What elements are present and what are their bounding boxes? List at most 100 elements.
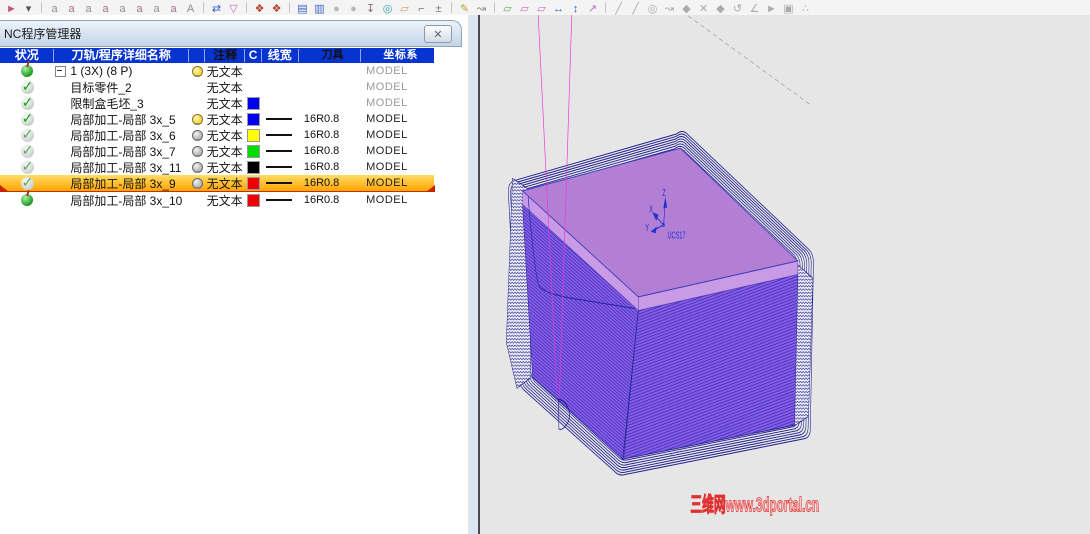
bulb-off-icon[interactable] bbox=[192, 177, 204, 189]
row-name: 局部加工-局部 3x_11 bbox=[70, 160, 182, 175]
para-pink-icon[interactable]: ▱ bbox=[516, 2, 533, 16]
para-pink-alt-icon[interactable]: ▱ bbox=[533, 2, 550, 16]
column-header-comment[interactable]: 注释 bbox=[204, 49, 244, 62]
table-row[interactable]: 局部加工-局部 3x_7 无文本 16R0.8 MODEL bbox=[0, 142, 434, 159]
rotate-ucs-icon[interactable]: ↗ bbox=[584, 2, 601, 16]
snap-node-icon[interactable]: a bbox=[97, 2, 114, 16]
toolpath-table: 状况 刀轨/程序详细名称 注释 C 线宽 刀具 坐标系 1 (3X) (8 P)… bbox=[0, 48, 435, 208]
toolbar-separator bbox=[41, 2, 42, 13]
angle-icon[interactable]: ∠ bbox=[746, 2, 763, 16]
column-header-csys[interactable]: 坐标系 bbox=[360, 49, 434, 62]
swap-icon[interactable]: ⇄ bbox=[208, 2, 225, 16]
snap-quad-icon[interactable]: a bbox=[114, 2, 131, 16]
lasso-icon[interactable]: ↝ bbox=[473, 2, 490, 16]
table-row[interactable]: 限制盒毛坯_3 无文本 MODEL bbox=[0, 94, 434, 111]
color-swatch[interactable] bbox=[246, 176, 260, 190]
color-swatch[interactable] bbox=[246, 128, 260, 142]
bulb-off-icon[interactable] bbox=[192, 145, 204, 157]
color-swatch[interactable] bbox=[246, 96, 260, 110]
node-cyan-icon[interactable]: ◎ bbox=[379, 2, 396, 16]
sketch-line2-icon[interactable]: ╱ bbox=[627, 2, 644, 16]
blob-alt-icon[interactable]: ● bbox=[345, 2, 362, 16]
column-header-color[interactable]: C bbox=[244, 49, 260, 62]
bulb-on-icon[interactable] bbox=[192, 65, 204, 77]
color-swatch[interactable] bbox=[246, 112, 260, 126]
axis-y-label: Y bbox=[645, 222, 649, 233]
linewidth-sample bbox=[266, 150, 293, 152]
grab-alt-icon[interactable]: ❖ bbox=[268, 2, 285, 16]
toolbar-separator bbox=[289, 2, 290, 13]
surface-icon[interactable]: ◆ bbox=[678, 2, 695, 16]
column-header-tool[interactable]: 刀具 bbox=[297, 49, 360, 62]
status-check-icon[interactable] bbox=[20, 94, 34, 111]
column-header-name[interactable]: 刀轨/程序详细名称 bbox=[53, 49, 188, 62]
move-z-icon[interactable]: ↕ bbox=[567, 2, 584, 16]
undo-curve-icon[interactable]: ↺ bbox=[729, 2, 746, 16]
snap-center-icon[interactable]: a bbox=[80, 2, 97, 16]
list-icon[interactable]: ▤ bbox=[294, 2, 311, 16]
solid-icon[interactable]: ◆ bbox=[712, 2, 729, 16]
cad-application-window: { "toolbar": { "icons": [ {"name":"selec… bbox=[0, 0, 1090, 534]
status-check-icon[interactable] bbox=[20, 142, 34, 159]
dots-icon[interactable]: ∴ bbox=[797, 2, 814, 16]
blob-icon[interactable]: ● bbox=[328, 2, 345, 16]
row-tool: 16R0.8 bbox=[303, 161, 340, 173]
toolbar-separator bbox=[605, 2, 606, 13]
dropdown-caret-icon[interactable]: ▾ bbox=[20, 2, 37, 16]
graphics-viewport[interactable]: Z X Y UCS17 三维网www.3dportal.cn bbox=[480, 15, 1090, 534]
measure-height-icon[interactable]: ⌐ bbox=[413, 2, 430, 16]
bulb-on-icon[interactable] bbox=[192, 113, 204, 125]
list-detail-icon[interactable]: ▥ bbox=[311, 2, 328, 16]
color-swatch[interactable] bbox=[246, 160, 260, 174]
grab-icon[interactable]: ❖ bbox=[251, 2, 268, 16]
sketch-line-icon[interactable]: ╱ bbox=[610, 2, 627, 16]
table-row[interactable]: 局部加工-局部 3x_10 无文本 16R0.8 MODEL bbox=[0, 192, 434, 208]
status-check-icon[interactable] bbox=[20, 78, 34, 95]
snap-tangent-icon[interactable]: a bbox=[165, 2, 182, 16]
measure-add-icon[interactable]: ± bbox=[430, 2, 447, 16]
pin-icon[interactable]: ↧ bbox=[362, 2, 379, 16]
column-header-linewidth[interactable]: 线宽 bbox=[260, 49, 298, 62]
edit-sheet-icon[interactable]: ✎ bbox=[456, 2, 473, 16]
select-filter-icon[interactable]: ► bbox=[3, 2, 20, 16]
color-swatch[interactable] bbox=[246, 193, 260, 207]
column-header-status[interactable]: 状况 bbox=[0, 49, 53, 62]
bulb-off-icon[interactable] bbox=[192, 129, 204, 141]
row-csys: MODEL bbox=[366, 65, 408, 77]
color-swatch[interactable] bbox=[246, 144, 260, 158]
toolbar-separator bbox=[246, 2, 247, 13]
row-csys: MODEL bbox=[366, 194, 408, 206]
snap-intersect-icon[interactable]: a bbox=[131, 2, 148, 16]
circle-center-icon[interactable]: ◎ bbox=[644, 2, 661, 16]
table-row[interactable]: 局部加工-局部 3x_11 无文本 16R0.8 MODEL bbox=[0, 158, 434, 175]
cursor-icon[interactable]: ► bbox=[763, 2, 780, 16]
snap-end-icon[interactable]: a bbox=[46, 2, 63, 16]
bulb-off-icon[interactable] bbox=[192, 161, 204, 173]
table-row-selected[interactable]: 局部加工-局部 3x_9 无文本 16R0.8 MODEL bbox=[0, 174, 435, 192]
table-row[interactable]: 目标零件_2 无文本 MODEL bbox=[0, 78, 434, 95]
status-check-icon[interactable] bbox=[20, 126, 34, 143]
box-tan-icon[interactable]: ▱ bbox=[396, 2, 413, 16]
status-regen-icon[interactable] bbox=[21, 194, 34, 206]
para-green-icon[interactable]: ▱ bbox=[499, 2, 516, 16]
close-button[interactable]: ✕ bbox=[424, 25, 452, 43]
table-row[interactable]: 1 (3X) (8 P) 无文本 MODEL bbox=[0, 63, 434, 79]
table-row[interactable]: 局部加工-局部 3x_6 无文本 16R0.8 MODEL bbox=[0, 126, 434, 143]
delete-icon[interactable]: ✕ bbox=[695, 2, 712, 16]
model-view-canvas[interactable]: Z X Y UCS17 三维网www.3dportal.cn bbox=[480, 15, 1090, 534]
status-check-icon[interactable] bbox=[20, 110, 34, 127]
status-regen-icon[interactable] bbox=[21, 65, 34, 77]
snap-perp-icon[interactable]: a bbox=[148, 2, 165, 16]
status-check-icon[interactable] bbox=[20, 174, 34, 191]
status-check-icon[interactable] bbox=[20, 158, 34, 175]
snap-near-icon[interactable]: A bbox=[182, 2, 199, 16]
frame-dot-icon[interactable]: ▣ bbox=[780, 2, 797, 16]
table-row[interactable]: 局部加工-局部 3x_5 无文本 16R0.8 MODEL bbox=[0, 110, 434, 127]
snap-mid-icon[interactable]: a bbox=[63, 2, 80, 16]
expand-minus-icon[interactable] bbox=[55, 66, 67, 77]
move-xy-icon[interactable]: ↔ bbox=[550, 2, 567, 16]
column-header-bulb[interactable] bbox=[187, 49, 204, 62]
filter-funnel-icon[interactable]: ▽ bbox=[225, 2, 242, 16]
panel-splitter[interactable] bbox=[468, 15, 480, 534]
spline-icon[interactable]: ↝ bbox=[661, 2, 678, 16]
